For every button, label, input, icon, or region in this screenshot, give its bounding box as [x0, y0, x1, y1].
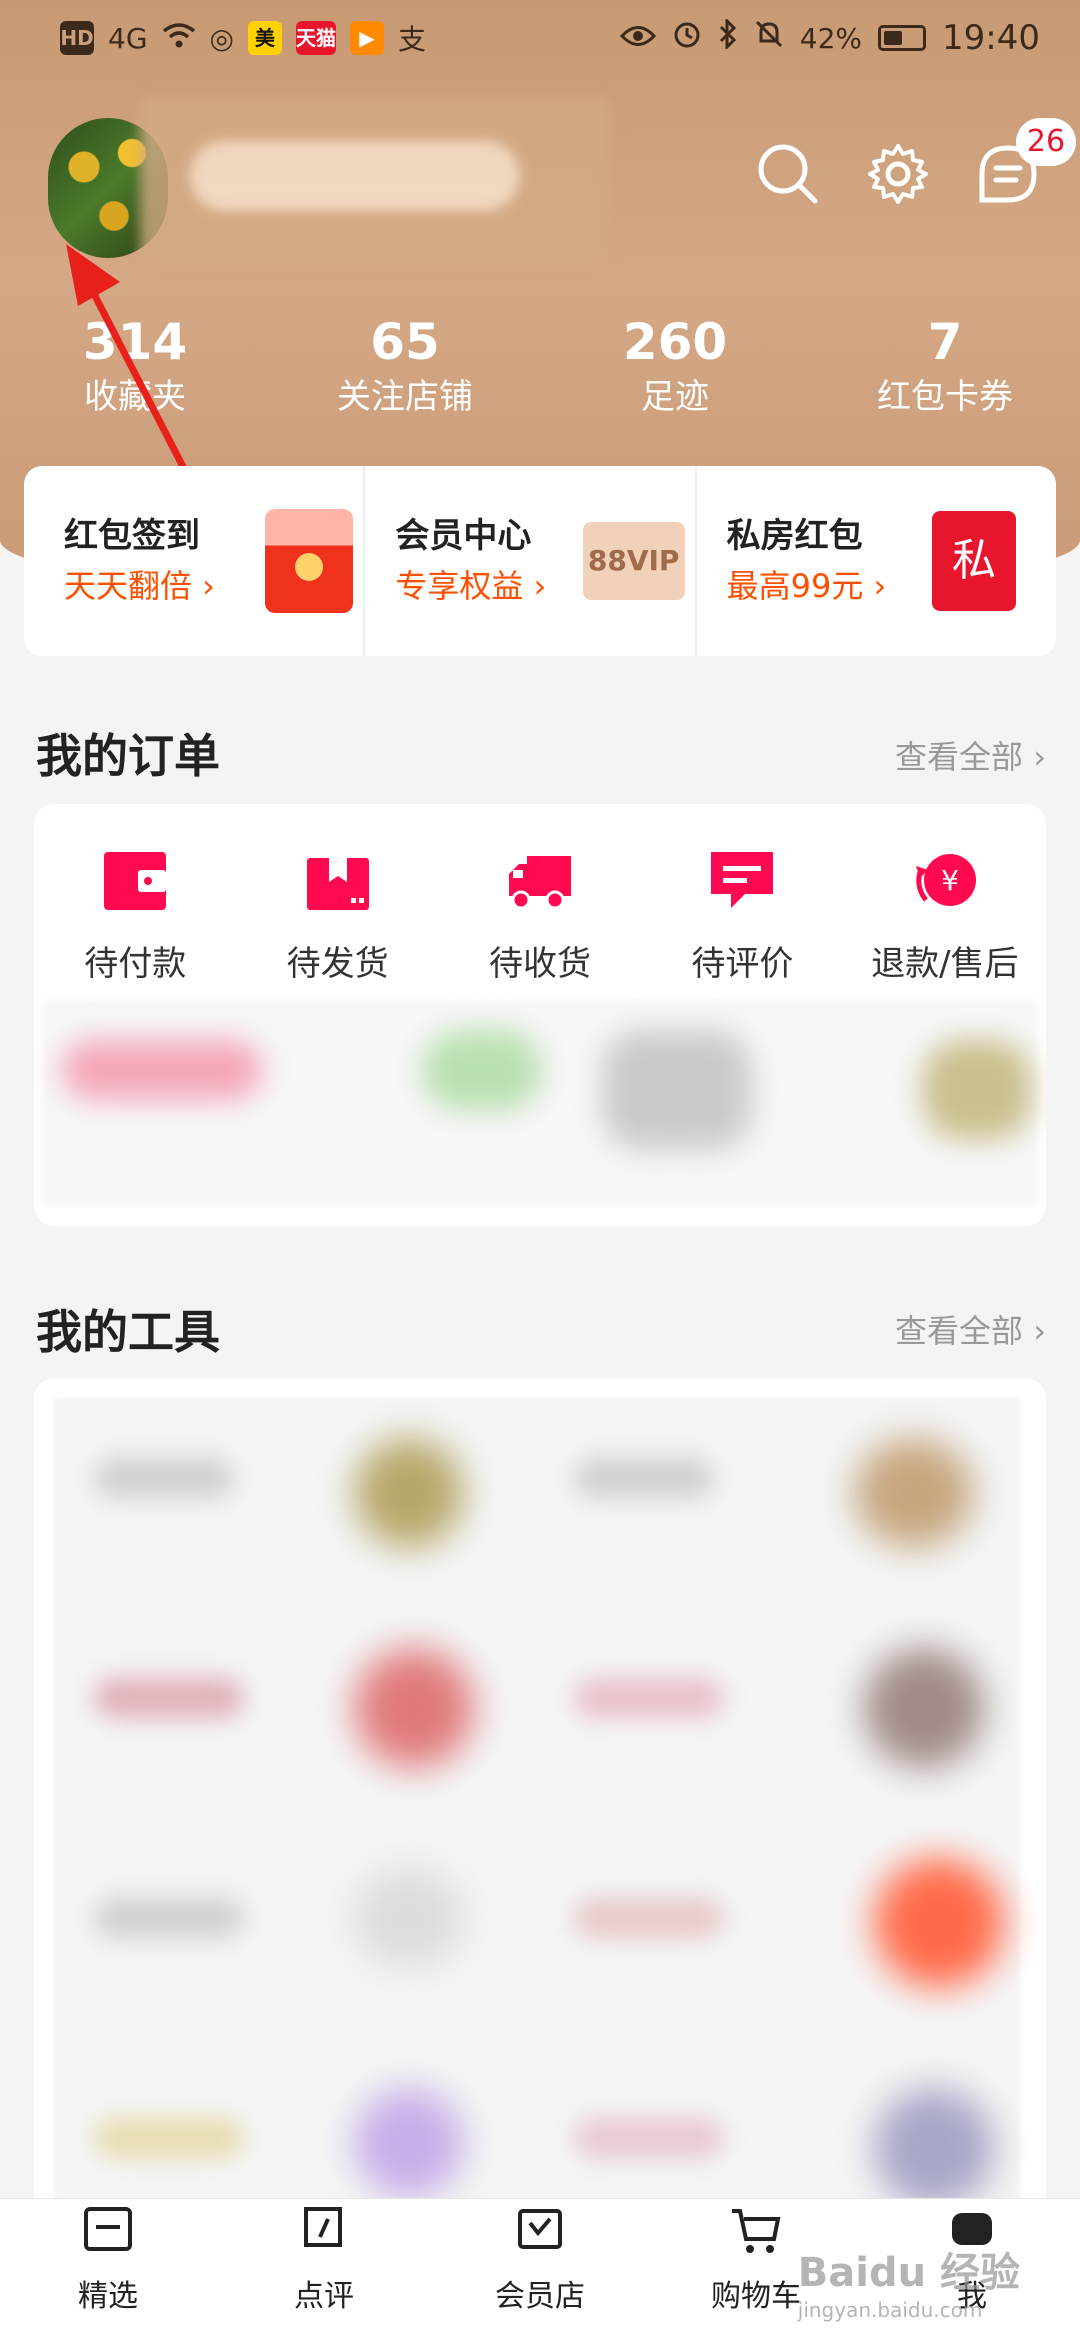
- message-count-badge: 26: [1016, 118, 1076, 166]
- profile-stats: 314 收藏夹 65 关注店铺 260 足迹 7 红包卡券: [0, 312, 1080, 422]
- gear-icon[interactable]: [866, 142, 930, 206]
- alipay-icon: 支: [397, 23, 426, 56]
- promo-title: 会员中心: [395, 516, 532, 556]
- order-pending-shipment[interactable]: 待发货: [236, 804, 438, 1000]
- watermark-main: Baidu 经验: [797, 2250, 1020, 2296]
- stat-value: 7: [927, 313, 963, 371]
- red-packet-icon: [265, 509, 354, 613]
- truck-icon: [509, 856, 572, 910]
- header-actions: 26: [756, 118, 1076, 206]
- tools-section-title: 我的工具: [36, 1305, 220, 1359]
- battery-icon: [878, 25, 927, 51]
- nav-featured[interactable]: 精选: [0, 2199, 216, 2340]
- promo-title: 私房红包: [726, 516, 863, 556]
- order-label: 待发货: [286, 944, 389, 984]
- baidu-watermark: Baidu 经验 jingyan.baidu.com: [798, 2240, 1020, 2322]
- wallet-icon: [104, 852, 167, 910]
- eye-icon: [619, 19, 656, 57]
- stat-followed-shops[interactable]: 65 关注店铺: [270, 312, 540, 422]
- order-pending-review[interactable]: 待评价: [641, 804, 843, 1000]
- review-icon: [304, 2207, 342, 2247]
- order-pending-payment[interactable]: 待付款: [34, 804, 236, 1000]
- bluetooth-icon: [718, 17, 738, 57]
- package-icon: [306, 858, 369, 910]
- meituan-icon: 美: [247, 21, 282, 55]
- promo-private-red-packet[interactable]: 私房红包 最高99元 › 私: [694, 466, 1026, 656]
- watermark-sub: jingyan.baidu.com: [797, 2298, 983, 2322]
- alarm-icon: [672, 19, 702, 57]
- recent-order-preview-blurred[interactable]: [42, 1000, 1038, 1206]
- stat-footprints[interactable]: 260 足迹: [540, 312, 810, 422]
- wifi-icon: [162, 21, 196, 56]
- orders-see-all-link[interactable]: 查看全部 ›: [895, 732, 1046, 778]
- order-label: 待收货: [489, 944, 592, 984]
- vip-badge-icon: 88VIP: [582, 522, 685, 600]
- stat-value: 314: [82, 313, 188, 371]
- order-label: 待付款: [84, 944, 187, 984]
- hd-indicator: HD: [60, 21, 94, 55]
- tools-card: [34, 1378, 1046, 2258]
- order-refund-after-sale[interactable]: ¥ 退款/售后: [844, 804, 1046, 1000]
- private-packet-icon: 私: [931, 511, 1016, 611]
- battery-percent: 42%: [799, 21, 863, 55]
- promo-card: 红包签到 天天翻倍 › 会员中心 专享权益 › 88VIP 私房红包 最高99元…: [24, 466, 1056, 656]
- comment-icon: [711, 852, 774, 908]
- video-app-icon: ▶: [349, 21, 384, 55]
- netease-icon: ◎: [209, 21, 234, 55]
- tmall-icon: 天猫: [295, 21, 336, 55]
- promo-subtitle: 最高99元 ›: [726, 567, 887, 605]
- tools-grid-blurred[interactable]: [54, 1398, 1020, 2244]
- refund-icon: ¥: [915, 854, 976, 906]
- orders-section-title: 我的订单: [36, 729, 220, 783]
- stat-favorites[interactable]: 314 收藏夹: [0, 312, 270, 422]
- search-icon[interactable]: [756, 142, 820, 206]
- order-label: 退款/售后: [871, 944, 1019, 984]
- stat-value: 65: [370, 313, 440, 371]
- tools-see-all-link[interactable]: 查看全部 ›: [895, 1306, 1046, 1352]
- svg-text:¥: ¥: [941, 864, 959, 897]
- nav-label: 精选: [78, 2279, 138, 2314]
- promo-subtitle: 专享权益 ›: [395, 567, 547, 605]
- featured-icon: [84, 2207, 132, 2251]
- clock-time: 19:40: [942, 18, 1040, 58]
- cart-icon: [732, 2209, 781, 2253]
- username-blurred[interactable]: [140, 96, 610, 266]
- stat-value: 260: [622, 313, 728, 371]
- message-button[interactable]: 26: [976, 118, 1076, 206]
- mute-bell-icon: [754, 19, 784, 57]
- signal-4g-icon: 4G: [108, 21, 148, 55]
- orders-card: 待付款 待发货 待收货 待评价 ¥ 退款/售后: [34, 804, 1046, 1226]
- member-store-icon: [518, 2209, 562, 2249]
- promo-red-packet-checkin[interactable]: 红包签到 天天翻倍 ›: [54, 466, 363, 656]
- stat-label: 红包卡券: [877, 377, 1013, 417]
- nav-label: 会员店: [495, 2279, 585, 2314]
- status-bar: HD 4G ◎ 美 天猫 ▶ 支 42% 19:40: [0, 0, 1080, 72]
- nav-label: 点评: [294, 2279, 354, 2314]
- nav-member-store[interactable]: 会员店: [432, 2199, 648, 2340]
- stat-label: 收藏夹: [84, 377, 186, 417]
- stat-label: 足迹: [641, 377, 709, 417]
- promo-subtitle: 天天翻倍 ›: [64, 567, 215, 605]
- promo-member-center[interactable]: 会员中心 专享权益 › 88VIP: [363, 466, 694, 656]
- promo-title: 红包签到: [64, 516, 200, 556]
- nav-reviews[interactable]: 点评: [216, 2199, 432, 2340]
- order-label: 待评价: [691, 944, 794, 984]
- stat-coupons[interactable]: 7 红包卡券: [810, 312, 1080, 422]
- stat-label: 关注店铺: [337, 377, 473, 417]
- order-pending-receipt[interactable]: 待收货: [439, 804, 641, 1000]
